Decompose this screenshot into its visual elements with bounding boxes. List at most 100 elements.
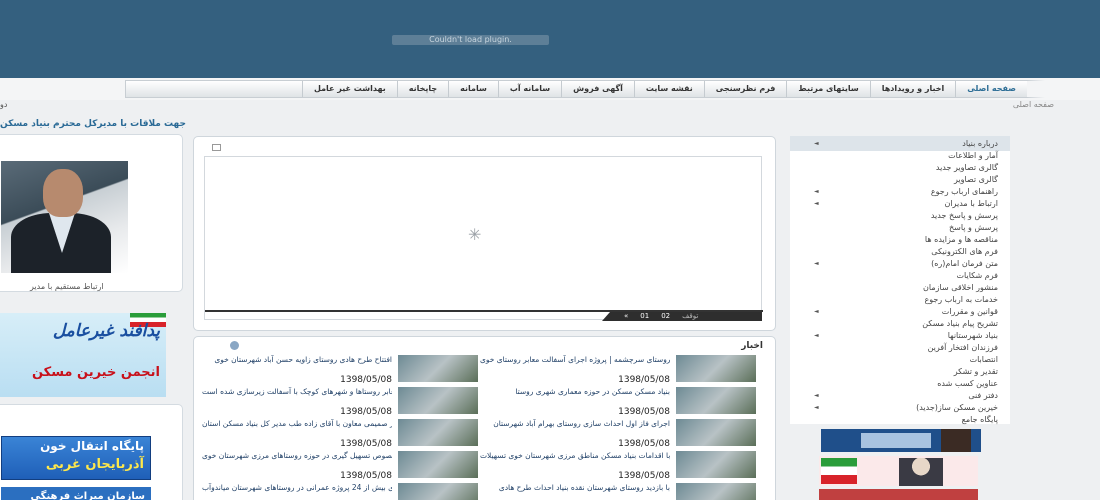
news-item[interactable]: نشست در خصوص تسهیل گیری در حوزه روستاهای… <box>202 451 478 481</box>
news-date: 1398/05/08 <box>340 375 392 385</box>
nav-item[interactable]: فرم نظرسنجی <box>703 81 787 97</box>
nav-item[interactable]: آگهی فروش <box>561 81 634 97</box>
news-thumbnail[interactable] <box>398 355 478 382</box>
rss-icon[interactable] <box>230 341 239 350</box>
menu-item-label: تشریح پیام بنیاد مسکن <box>922 319 998 328</box>
news-box: اخبار بازدید از اجرای طرح هادی روستای سر… <box>193 336 776 500</box>
iran-flag-icon <box>821 458 857 484</box>
direct-contact-link[interactable]: ارتباط مستقیم با مدیر <box>30 282 104 291</box>
news-date: 1398/05/08 <box>618 407 670 417</box>
left-banner-box: پایگاه انتقال خون آذربایجان غربی سازمان … <box>0 404 183 500</box>
news-headline[interactable]: اجرای بیش از 24 پروژه عمرانی در روستاهای… <box>202 483 392 500</box>
nav-item[interactable]: سامانه آب <box>497 81 561 97</box>
news-thumbnail[interactable] <box>398 483 478 500</box>
slideshow[interactable]: ✳ « 01 02 توقف <box>204 156 763 321</box>
banner-line: پایگاه انتقال خون <box>40 439 144 453</box>
nav-item[interactable]: سایتهای مرتبط <box>786 81 869 97</box>
news-headline[interactable]: اجرای فاز اول احداث سازی روستای بهرام آب… <box>480 419 670 440</box>
news-thumbnail[interactable] <box>398 451 478 478</box>
menu-item-label: گالری تصاویر جدید <box>935 163 998 172</box>
menu-item-label: فرزندان افتخار آفرین <box>927 343 998 352</box>
breadcrumb[interactable]: صفحه اصلی <box>1013 100 1054 109</box>
news-item[interactable]: بیش از 85 میلیون متر مربع از معابر روستا… <box>202 387 478 417</box>
news-headline[interactable]: افتتاح طرح هادی روستای زاویه حسن آباد شه… <box>202 355 392 376</box>
menu-item-label: فرم های الکترونیکی <box>931 247 998 256</box>
news-thumbnail[interactable] <box>398 387 478 414</box>
menu-item-label: (خیرین مسکن ساز(جدید <box>916 403 998 412</box>
menu-item-label: خدمات به ارباب رجوع <box>924 295 998 304</box>
news-item[interactable]: بنیاد مسکن مسکن در حوزه معماری شهری روست… <box>486 387 756 417</box>
news-item[interactable]: بازدید از اجرای طرح هادی روستای سرچشمه |… <box>480 355 756 385</box>
menu-item-label: انتصابات <box>969 355 998 364</box>
manager-photo-box <box>0 134 183 292</box>
news-thumbnail[interactable] <box>676 483 756 500</box>
nav-item[interactable]: اخبار و رویدادها <box>869 81 956 97</box>
news-thumbnail[interactable] <box>676 419 756 446</box>
menu-item[interactable]: پایگاه جامع <box>790 412 1010 427</box>
news-item[interactable]: دیدار صمیمی معاون با آقای زاده طب مدیر ک… <box>202 419 478 449</box>
news-headline[interactable]: بازدید از اجرای طرح هادی روستای سرچشمه |… <box>480 355 670 376</box>
news-thumbnail[interactable] <box>676 387 756 414</box>
loading-spinner-icon: ✳ <box>468 225 482 244</box>
news-item[interactable]: اجرای بیش از 24 پروژه عمرانی در روستاهای… <box>202 483 478 500</box>
banner-text-block <box>861 433 931 448</box>
news-item[interactable]: اجرای فاز اول احداث سازی روستای بهرام آب… <box>486 419 756 449</box>
menu-item-label: تقدیر و تشکر <box>953 367 998 376</box>
menu-item-label: آمار و اطلاعات <box>948 151 998 160</box>
heritage-banner[interactable]: سازمان میراث فرهنگی <box>1 487 151 500</box>
breadcrumb-left: دو <box>0 100 8 109</box>
menu-item-label: منشور اخلاقی سازمان <box>923 283 998 292</box>
menu-item-label: بنیاد شهرستانها <box>947 331 998 340</box>
side-menu: درباره بنیاد ◄ آمار و اطلاعات گالری تصاویر … <box>790 136 1010 424</box>
slider-control[interactable]: توقف <box>682 312 698 321</box>
news-headline[interactable]: نشست در خصوص تسهیل گیری در حوزه روستاهای… <box>202 451 392 472</box>
nav-item[interactable]: بهداشت غیر عامل <box>301 81 397 97</box>
banner-subtitle: انجمن خیرین مسکن <box>31 365 160 380</box>
news-item[interactable]: با اقدامات بنیاد مسکن مناطق مرزی شهرستان… <box>480 451 756 481</box>
slider-control[interactable]: 01 <box>640 312 649 321</box>
nav-item[interactable]: چاپخانه <box>396 81 448 97</box>
menu-item-label: گالری تصاویر <box>953 175 998 184</box>
menu-item-label: پرسش و پاسخ جدید <box>930 211 998 220</box>
menu-item-label: درباره بنیاد <box>962 139 998 148</box>
news-thumbnail[interactable] <box>676 451 756 478</box>
blood-transfusion-banner[interactable]: پایگاه انتقال خون آذربایجان غربی <box>1 436 151 480</box>
slider-divider <box>205 310 763 312</box>
nav-item[interactable]: نقشه سایت <box>633 81 704 97</box>
plugin-error-message[interactable]: Couldn't load plugin. <box>392 35 549 45</box>
banner-title: پدافند غیرعامل <box>52 321 160 341</box>
news-headline[interactable]: با اقدامات بنیاد مسکن مناطق مرزی شهرستان… <box>480 451 670 472</box>
menu-item-label: ارتباط با مدیران <box>944 199 998 208</box>
news-headline[interactable]: بیش از 85 میلیون متر مربع از معابر روستا… <box>202 387 392 408</box>
news-thumbnail[interactable] <box>676 355 756 382</box>
news-date: 1398/05/08 <box>618 471 670 481</box>
slider-control[interactable]: « <box>624 312 628 321</box>
manager-photo[interactable] <box>1 161 128 273</box>
news-title: اخبار <box>741 341 763 351</box>
news-date: 1398/05/08 <box>340 471 392 481</box>
news-item[interactable]: افتتاح طرح هادی روستای زاویه حسن آباد شه… <box>208 355 478 385</box>
collapse-icon[interactable] <box>212 144 221 151</box>
header: Couldn't load plugin. <box>0 0 1100 78</box>
bottom-banner[interactable] <box>819 489 978 500</box>
news-ticker[interactable]: جهت ملاقات با مدیرکل محترم بنیاد مسکن <box>0 119 186 129</box>
slider-controls: « 01 02 توقف <box>602 312 762 321</box>
banner-line: آذربایجان غربی <box>45 457 144 472</box>
news-headline[interactable]: دیدار صمیمی معاون با آقای زاده طب مدیر ک… <box>202 419 392 440</box>
leader-banner[interactable] <box>821 429 981 452</box>
news-headline[interactable]: بنیاد مسکن مسکن در حوزه معماری شهری روست… <box>480 387 670 408</box>
slider-control[interactable]: 02 <box>661 312 670 321</box>
president-banner[interactable] <box>819 456 978 486</box>
menu-item-label: پرسش و پاسخ <box>948 223 998 232</box>
nav-item[interactable]: سامانه <box>448 81 498 97</box>
news-thumbnail[interactable] <box>398 419 478 446</box>
menu-item-label: فرم شکایات <box>956 271 999 280</box>
news-date: 1398/05/08 <box>618 439 670 449</box>
page: Couldn't load plugin. صفحه اصلی اخبار و ر… <box>0 0 1100 500</box>
news-headline[interactable]: با بازدید روستای شهرستان نقده بنیاد احدا… <box>480 483 670 500</box>
nav-item[interactable]: صفحه اصلی <box>955 81 1027 97</box>
passive-defense-banner[interactable]: پدافند غیرعامل انجمن خیرین مسکن <box>0 313 166 397</box>
portrait-icon <box>941 429 971 452</box>
news-item[interactable]: با بازدید روستای شهرستان نقده بنیاد احدا… <box>486 483 756 500</box>
menu-item-label: عناوین کسب شده <box>937 379 998 388</box>
